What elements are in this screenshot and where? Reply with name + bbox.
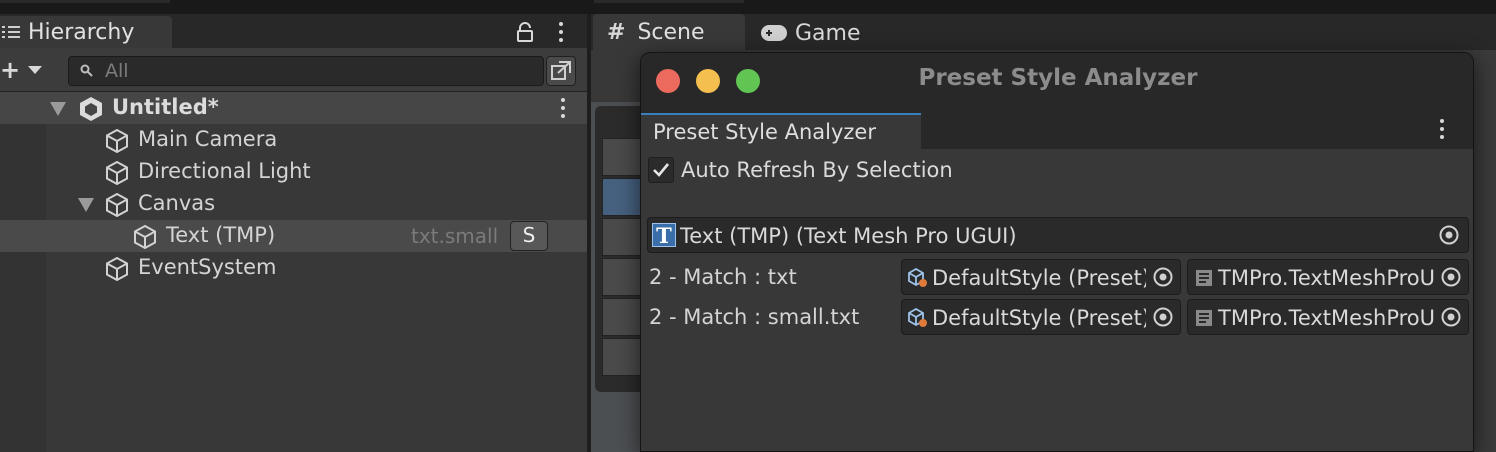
- rotate-tool-button[interactable]: [602, 218, 644, 256]
- lock-icon[interactable]: [516, 22, 534, 42]
- fold-arrow-icon[interactable]: [50, 102, 66, 116]
- preset-value: DefaultStyle (Preset): [932, 306, 1151, 330]
- match-row: 2 - Match : small.txt DefaultStyle (Pres…: [641, 299, 1473, 339]
- gameobject-cube-icon: [106, 128, 128, 154]
- item-label: Text (TMP): [166, 223, 276, 247]
- preset-icon: [908, 268, 927, 287]
- tab-game-label: Game: [795, 20, 861, 46]
- tab-game[interactable]: Game: [761, 16, 861, 50]
- maximize-button[interactable]: [546, 56, 576, 86]
- unity-scene-icon: [80, 97, 102, 121]
- hierarchy-item[interactable]: EventSystem: [0, 252, 587, 284]
- fold-arrow-icon[interactable]: [78, 198, 94, 212]
- match-label: 2 - Match : small.txt: [649, 305, 860, 329]
- grid-icon: #: [607, 19, 626, 45]
- tab-hierarchy[interactable]: Hierarchy: [0, 16, 172, 48]
- tab-scene[interactable]: # Scene: [593, 14, 745, 50]
- picker-area[interactable]: [1434, 260, 1468, 294]
- move-tool-button[interactable]: [602, 178, 644, 216]
- gamepad-icon: [761, 25, 787, 41]
- object-picker-icon[interactable]: [1152, 306, 1174, 328]
- target-object-value: Text (TMP) (Text Mesh Pro UGUI): [680, 224, 1017, 248]
- type-field[interactable]: TMPro.TextMeshProUGUI: [1187, 259, 1469, 295]
- tab-hint: [594, 0, 744, 3]
- tab-preset-style-analyzer[interactable]: Preset Style Analyzer: [641, 113, 921, 149]
- plus-icon: +: [0, 56, 21, 84]
- item-label: EventSystem: [138, 255, 277, 279]
- script-icon: [1196, 270, 1212, 286]
- picker-area[interactable]: [1146, 300, 1180, 334]
- analyzer-body: Auto Refresh By Selection T Text (TMP) (…: [641, 149, 1473, 451]
- scene-row[interactable]: Untitled*: [0, 92, 587, 124]
- gameobject-cube-icon: [106, 160, 128, 186]
- picker-area[interactable]: [1434, 300, 1468, 334]
- search-icon: [80, 64, 93, 77]
- type-value: TMPro.TextMeshProUGUI: [1218, 306, 1469, 330]
- hierarchy-item-selected[interactable]: Text (TMP) txt.small S: [0, 220, 587, 252]
- target-object-field[interactable]: T Text (TMP) (Text Mesh Pro UGUI): [647, 217, 1469, 253]
- editor-top-strip: [0, 0, 1496, 14]
- preset-value: DefaultStyle (Preset): [932, 266, 1151, 290]
- auto-refresh-checkbox[interactable]: [648, 157, 674, 183]
- item-label: Main Camera: [138, 127, 278, 151]
- object-picker-icon[interactable]: [1440, 266, 1462, 288]
- gameobject-cube-icon: [134, 224, 156, 250]
- gameobject-cube-icon: [106, 192, 128, 218]
- object-picker-icon[interactable]: [1438, 224, 1460, 246]
- type-field[interactable]: TMPro.TextMeshProUGUI: [1187, 299, 1469, 335]
- hierarchy-toolbar: +: [0, 48, 587, 92]
- type-value: TMPro.TextMeshProUGUI: [1218, 266, 1469, 290]
- scene-right-edge: [1473, 50, 1496, 452]
- hierarchy-tabbar: Hierarchy: [0, 14, 587, 48]
- hierarchy-item[interactable]: Main Camera: [0, 124, 587, 156]
- hierarchy-menu-icon[interactable]: [558, 22, 564, 42]
- rect-tool-button[interactable]: [602, 298, 644, 336]
- tab-label: Preset Style Analyzer: [653, 120, 876, 144]
- auto-refresh-label: Auto Refresh By Selection: [681, 158, 953, 182]
- window-title: Preset Style Analyzer: [918, 65, 1198, 91]
- tab-scene-label: Scene: [637, 19, 705, 45]
- hand-tool-button[interactable]: [602, 138, 644, 176]
- search-box[interactable]: [68, 56, 544, 86]
- preset-field[interactable]: DefaultStyle (Preset): [901, 259, 1181, 295]
- hierarchy-title: Hierarchy: [28, 19, 135, 45]
- style-badge-button[interactable]: S: [510, 221, 548, 251]
- style-tag: txt.small: [411, 224, 499, 248]
- preset-icon: [908, 308, 927, 327]
- transform-tool-button[interactable]: [602, 338, 644, 376]
- object-picker-icon[interactable]: [1440, 306, 1462, 328]
- hierarchy-item[interactable]: Directional Light: [0, 156, 587, 188]
- list-icon: [2, 24, 22, 40]
- hierarchy-panel: Hierarchy + All Untitled* Main Camera Di…: [0, 14, 587, 452]
- chevron-down-icon: [28, 66, 42, 74]
- create-button[interactable]: +: [0, 57, 46, 83]
- window-menu-icon[interactable]: [1439, 119, 1445, 139]
- item-label: Canvas: [138, 191, 216, 215]
- picker-area[interactable]: [1146, 260, 1180, 294]
- scene-name: Untitled*: [112, 95, 219, 119]
- hierarchy-item[interactable]: Canvas: [0, 188, 587, 220]
- window-titlebar[interactable]: Preset Style Analyzer: [641, 53, 1473, 109]
- match-label: 2 - Match : txt: [649, 265, 797, 289]
- item-label: Directional Light: [138, 159, 311, 183]
- preset-style-analyzer-window: Preset Style Analyzer Preset Style Analy…: [640, 52, 1474, 452]
- preset-field[interactable]: DefaultStyle (Preset): [901, 299, 1181, 335]
- tab-hint: [0, 0, 170, 3]
- scale-tool-button[interactable]: [602, 258, 644, 296]
- script-icon: [1196, 310, 1212, 326]
- match-row: 2 - Match : txt DefaultStyle (Preset) TM…: [641, 259, 1473, 299]
- object-picker-icon[interactable]: [1152, 266, 1174, 288]
- window-tabbar: Preset Style Analyzer: [641, 109, 1473, 149]
- textmeshpro-icon: T: [652, 223, 676, 248]
- scene-menu-icon[interactable]: [560, 98, 566, 118]
- maximize-icon: [551, 61, 571, 80]
- checkmark-icon: [653, 163, 670, 177]
- gameobject-cube-icon: [106, 256, 128, 282]
- search-input[interactable]: [105, 60, 535, 82]
